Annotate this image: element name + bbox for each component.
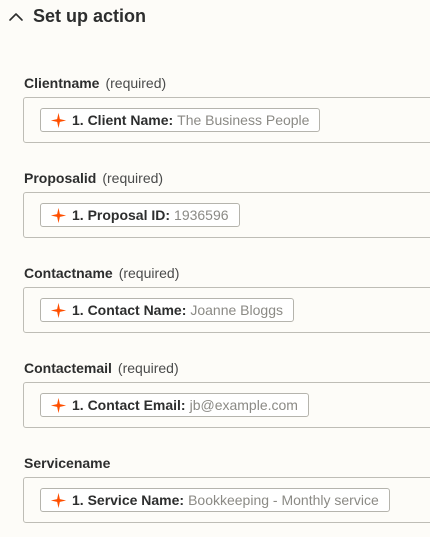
mapped-field-pill[interactable]: 1. Contact Email: jb@example.com	[40, 393, 309, 417]
field-name: Proposalid	[24, 170, 97, 186]
proposalid-input[interactable]: 1. Proposal ID: 1936596	[23, 192, 430, 238]
pill-label: 1. Client Name:	[72, 112, 174, 128]
required-indicator: (required)	[105, 75, 167, 91]
section-title: Set up action	[33, 6, 147, 26]
field-label: Proposalid (required)	[24, 169, 430, 187]
zapier-spark-icon	[50, 112, 67, 128]
pill-label: 1. Service Name:	[72, 492, 185, 508]
zapier-spark-icon	[50, 492, 67, 508]
field-name: Contactname	[24, 265, 113, 281]
required-indicator: (required)	[102, 170, 164, 186]
chevron-up-icon[interactable]	[8, 9, 24, 25]
section-header[interactable]: Set up action	[0, 0, 430, 36]
pill-value: jb@example.com	[189, 397, 298, 413]
mapped-field-pill[interactable]: 1. Service Name: Bookkeeping - Monthly s…	[40, 488, 390, 512]
clientname-input[interactable]: 1. Client Name: The Business People	[23, 97, 430, 143]
field-name: Contactemail	[24, 360, 112, 376]
mapped-field-pill[interactable]: 1. Client Name: The Business People	[40, 108, 321, 132]
pill-value: Bookkeeping - Monthly service	[188, 492, 379, 508]
field-servicename: Servicename 1. Service Name: Bookkeeping…	[23, 454, 430, 523]
field-name: Clientname	[24, 75, 100, 91]
field-contactemail: Contactemail (required) 1. Contact Email:…	[23, 359, 430, 428]
contactname-input[interactable]: 1. Contact Name: Joanne Bloggs	[23, 287, 430, 333]
pill-label: 1. Contact Name:	[72, 302, 187, 318]
field-name: Servicename	[24, 455, 111, 471]
pill-label: 1. Contact Email:	[72, 397, 186, 413]
field-clientname: Clientname (required) 1. Client Name: The…	[23, 74, 430, 143]
mapped-field-pill[interactable]: 1. Contact Name: Joanne Bloggs	[40, 298, 294, 322]
field-label: Servicename	[24, 454, 430, 472]
pill-value: The Business People	[177, 112, 310, 128]
contactemail-input[interactable]: 1. Contact Email: jb@example.com	[23, 382, 430, 428]
mapped-field-pill[interactable]: 1. Proposal ID: 1936596	[40, 203, 240, 227]
pill-value: Joanne Bloggs	[190, 302, 283, 318]
field-proposalid: Proposalid (required) 1. Proposal ID: 193…	[23, 169, 430, 238]
zapier-spark-icon	[50, 302, 67, 318]
zapier-spark-icon	[50, 207, 67, 223]
required-indicator: (required)	[118, 265, 180, 281]
servicename-input[interactable]: 1. Service Name: Bookkeeping - Monthly s…	[23, 477, 430, 523]
pill-value: 1936596	[174, 207, 229, 223]
pill-label: 1. Proposal ID:	[72, 207, 171, 223]
required-indicator: (required)	[117, 360, 179, 376]
zapier-spark-icon	[50, 397, 67, 413]
field-label: Contactname (required)	[24, 264, 430, 282]
field-label: Clientname (required)	[24, 74, 430, 92]
field-contactname: Contactname (required) 1. Contact Name: J…	[23, 264, 430, 333]
field-label: Contactemail (required)	[24, 359, 430, 377]
